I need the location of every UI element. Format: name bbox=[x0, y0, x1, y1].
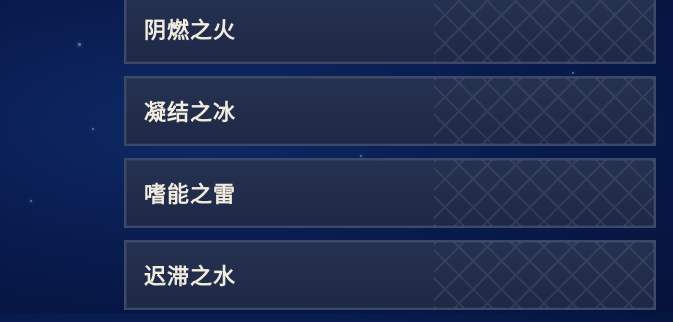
background-sparkle bbox=[92, 128, 94, 130]
dialogue-option-label: 嗜能之雷 bbox=[144, 183, 237, 208]
dialogue-option-smoldering-fire[interactable]: 阴燃之火 bbox=[124, 0, 656, 64]
dialogue-option-list: 阴燃之火 凝结之冰 嗜能之雷 迟滞之水 bbox=[124, 0, 656, 322]
background-sparkle bbox=[30, 200, 32, 202]
dialogue-option-label: 凝结之冰 bbox=[144, 101, 237, 126]
dialogue-option-energy-thunder[interactable]: 嗜能之雷 bbox=[124, 158, 656, 228]
dialogue-option-frozen-ice[interactable]: 凝结之冰 bbox=[124, 76, 656, 146]
dialogue-option-label: 阴燃之火 bbox=[144, 19, 237, 44]
dialogue-option-sluggish-water[interactable]: 迟滞之水 bbox=[124, 240, 656, 310]
background-sparkle bbox=[78, 43, 81, 46]
dialogue-option-label: 迟滞之水 bbox=[144, 265, 237, 290]
